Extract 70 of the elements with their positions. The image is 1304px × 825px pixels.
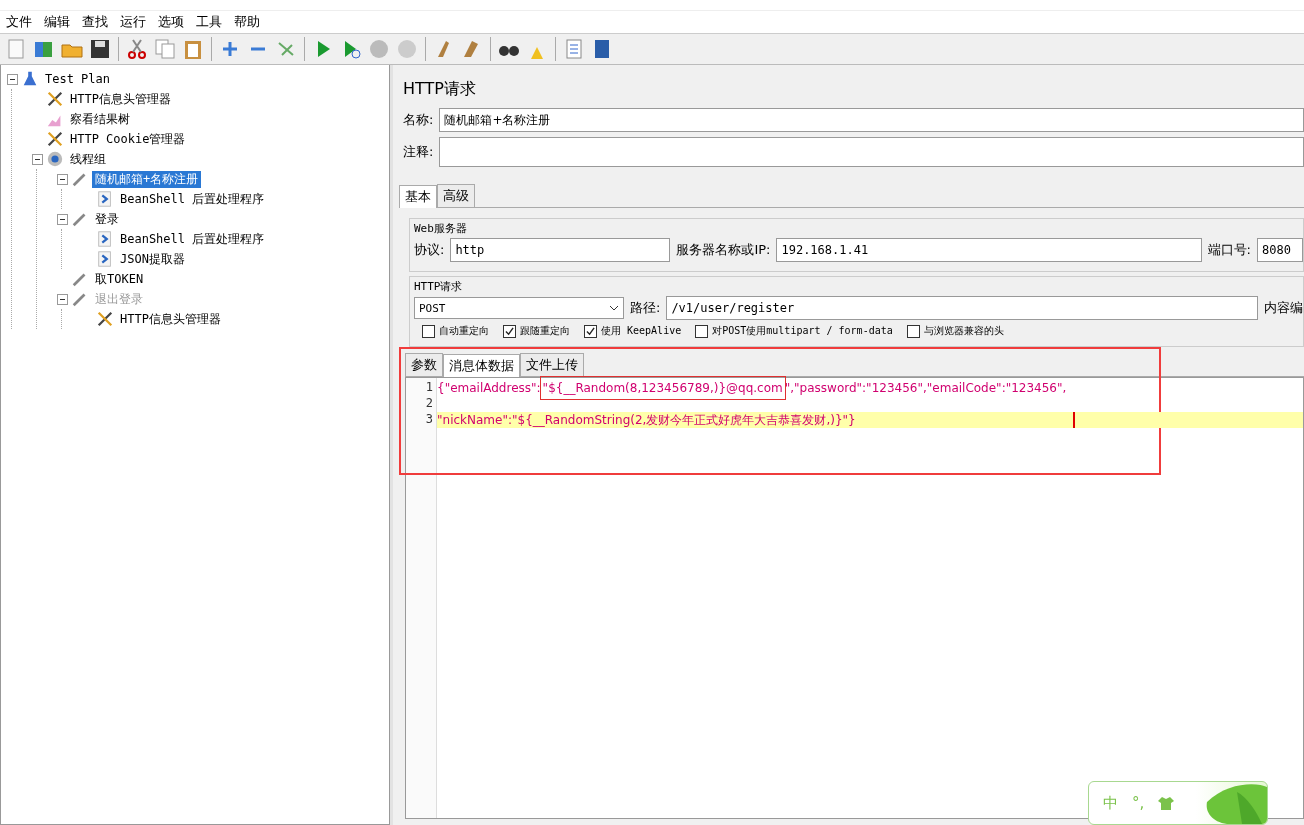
collapse-toggle[interactable] bbox=[7, 73, 18, 85]
checkbox[interactable] bbox=[503, 324, 516, 338]
tree-item[interactable]: HTTP信息头管理器 bbox=[67, 90, 174, 108]
code-text: {"emailAddress": bbox=[437, 381, 541, 395]
option-checkbox[interactable]: 对POST使用multipart / form-data bbox=[695, 324, 893, 338]
option-checkbox[interactable]: 跟随重定向 bbox=[503, 324, 570, 338]
menu-item[interactable]: 查找 bbox=[82, 13, 108, 31]
name-field[interactable]: 随机邮箱+名称注册 bbox=[439, 108, 1304, 132]
tree-item[interactable]: BeanShell 后置处理程序 bbox=[117, 230, 268, 248]
server-field[interactable]: 192.168.1.41 bbox=[776, 238, 1202, 262]
line-number: 3 bbox=[424, 412, 434, 428]
highlighted-code: "${__Random(8,123456789,)}@qq.com bbox=[540, 377, 785, 399]
menu-item[interactable]: 帮助 bbox=[234, 13, 260, 31]
wrench-screwdriver-icon bbox=[46, 130, 64, 148]
collapse-toggle[interactable] bbox=[57, 213, 68, 225]
wrench-screwdriver-icon bbox=[46, 90, 64, 108]
tab[interactable]: 基本 bbox=[399, 185, 437, 208]
option-checkbox[interactable]: 自动重定向 bbox=[422, 324, 489, 338]
chevron-down-icon bbox=[609, 305, 619, 311]
tab[interactable]: 参数 bbox=[405, 353, 443, 376]
tree-item[interactable]: Test Plan bbox=[42, 72, 114, 86]
option-checkbox[interactable]: 与浏览器兼容的头 bbox=[906, 324, 1004, 338]
panel-title: HTTP请求 bbox=[402, 78, 477, 100]
comment-field[interactable] bbox=[439, 137, 1304, 167]
menu-item[interactable]: 运行 bbox=[120, 13, 146, 31]
field-label: 协议: bbox=[414, 241, 445, 259]
checkbox[interactable] bbox=[584, 324, 597, 338]
text-cursor bbox=[1073, 412, 1075, 428]
tree-item[interactable]: 取TOKEN bbox=[92, 270, 147, 288]
protocol-field[interactable]: http bbox=[450, 238, 671, 262]
tree-item[interactable]: JSON提取器 bbox=[117, 250, 188, 268]
tree-item[interactable]: 线程组 bbox=[67, 150, 109, 168]
tab[interactable]: 文件上传 bbox=[520, 353, 584, 376]
tree-item[interactable]: BeanShell 后置处理程序 bbox=[117, 190, 268, 208]
option-checkbox[interactable]: 使用 KeepAlive bbox=[584, 324, 682, 338]
menu-item[interactable]: 选项 bbox=[158, 13, 184, 31]
tree-item[interactable]: 察看结果树 bbox=[67, 110, 133, 128]
collapse-toggle[interactable] bbox=[57, 173, 68, 185]
field-label: 名称: bbox=[403, 111, 434, 129]
field-label: 内容编 bbox=[1264, 299, 1303, 317]
line-number: 1 bbox=[424, 380, 434, 396]
flask-icon bbox=[21, 70, 39, 88]
path-field[interactable]: /v1/user/register bbox=[666, 296, 1258, 320]
tab[interactable]: 消息体数据 bbox=[443, 354, 520, 377]
shirt-icon[interactable] bbox=[1158, 796, 1175, 810]
checkbox[interactable] bbox=[422, 324, 435, 338]
method-dropdown[interactable]: POST bbox=[414, 297, 624, 319]
menu-item[interactable]: 编辑 bbox=[44, 13, 70, 31]
checkbox[interactable] bbox=[906, 324, 920, 338]
field-label: 注释: bbox=[403, 143, 434, 161]
tree-item[interactable]: HTTP Cookie管理器 bbox=[67, 130, 189, 148]
code-text: "nickName":"${__RandomString(2,发财今年正式好虎年大吉恭喜发财,)}"} bbox=[437, 411, 856, 429]
field-label: 服务器名称或IP: bbox=[676, 241, 771, 259]
tab[interactable]: 高级 bbox=[437, 184, 475, 207]
line-number: 2 bbox=[424, 396, 434, 412]
group-legend: HTTP请求 bbox=[414, 280, 463, 293]
tree-item[interactable]: 随机邮箱+名称注册 bbox=[92, 170, 202, 188]
field-label: 路径: bbox=[630, 299, 661, 317]
code-text: ","password":"123456","emailCode":"123456", bbox=[784, 381, 1067, 395]
menu-item[interactable]: 工具 bbox=[196, 13, 222, 31]
port-field[interactable]: 8080 bbox=[1257, 238, 1303, 262]
tree-item[interactable]: 登录 bbox=[92, 210, 122, 228]
wrench-screwdriver-icon bbox=[96, 310, 114, 328]
scissors-icon[interactable] bbox=[125, 37, 149, 61]
group-legend: Web服务器 bbox=[414, 222, 467, 235]
checkbox[interactable] bbox=[695, 324, 709, 338]
menu-item[interactable]: 文件 bbox=[6, 13, 32, 31]
gear-icon bbox=[46, 150, 64, 168]
collapse-toggle[interactable] bbox=[32, 153, 43, 165]
field-label: 端口号: bbox=[1207, 241, 1251, 259]
